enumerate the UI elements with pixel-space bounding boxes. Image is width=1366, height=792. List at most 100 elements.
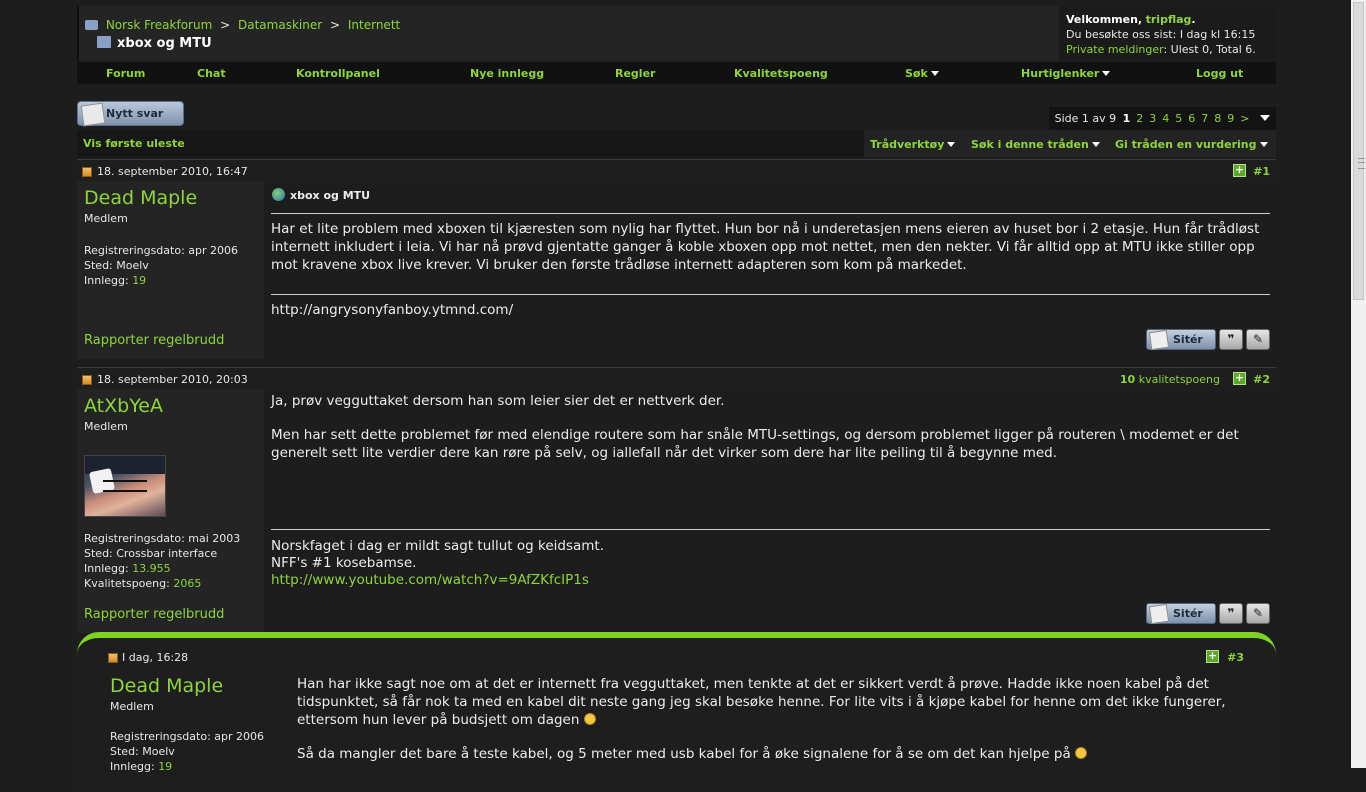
pager-page[interactable]: 5 (1172, 112, 1185, 125)
post-header: 18. september 2010, 20:03 10 kvalitetspo… (77, 367, 1276, 390)
signature: http://angrysonyfanboy.ytmnd.com/ (271, 302, 514, 318)
quick-reply-icon[interactable]: ✎ (1246, 603, 1270, 624)
pager-page[interactable]: 2 (1133, 112, 1146, 125)
breadcrumb-separator: > (329, 18, 341, 32)
post-buttons: Sitér ❞ ✎ (1146, 329, 1270, 350)
user-info: AtXbYeA Medlem Registreringsdato: mai 20… (77, 389, 264, 633)
user-quality-value[interactable]: 2065 (173, 577, 201, 590)
user-details: Registreringsdato: apr 2006 Sted: Moelv … (84, 243, 238, 288)
pager-page[interactable]: 4 (1159, 112, 1172, 125)
nav-quick-links[interactable]: Hurtiglenker (1021, 67, 1110, 80)
scrollbar-thumb[interactable] (1353, 2, 1365, 300)
report-link[interactable]: Rapporter regelbrudd (84, 333, 224, 348)
username[interactable]: Dead Maple (110, 675, 223, 697)
post-status-icon (82, 167, 92, 177)
smiley-icon (583, 713, 596, 725)
header: Norsk Freakforum > Datamaskiner > Intern… (77, 6, 1276, 61)
post-message-line: Ja, prøv vegguttaket dersom han som leie… (271, 393, 725, 409)
user-details: Registreringsdato: mai 2003 Sted: Crossb… (84, 531, 240, 591)
thread-title-text: xbox og MTU (117, 36, 212, 51)
user-details: Registreringsdato: apr 2006 Sted: Moelv … (110, 729, 264, 774)
quality-points: 10 kvalitetspoeng (1120, 373, 1220, 386)
pager-page[interactable]: 7 (1198, 112, 1211, 125)
post-number[interactable]: #3 (1227, 651, 1244, 664)
welcome-box: Velkommen, tripflag. Du besøkte oss sist… (1059, 6, 1276, 61)
nav-control-panel[interactable]: Kontrollpanel (296, 67, 380, 80)
scrollbar-grip (1358, 158, 1365, 169)
quote-button[interactable]: Sitér (1146, 329, 1216, 350)
user-posts-count[interactable]: 13.955 (132, 562, 171, 575)
post-message-2: Så da mangler det bare å teste kabel, og… (297, 745, 1246, 763)
breadcrumb-item-internett[interactable]: Internett (348, 18, 400, 32)
forum-home-icon[interactable] (85, 20, 98, 30)
signature-link[interactable]: http://www.youtube.com/watch?v=9AfZKfcIP… (271, 571, 589, 589)
add-quality-icon[interactable]: + (1233, 164, 1246, 177)
add-quality-icon[interactable]: + (1233, 372, 1246, 385)
user-posts-count[interactable]: 19 (132, 274, 146, 287)
report-link[interactable]: Rapporter regelbrudd (84, 607, 224, 622)
nav-rules[interactable]: Regler (615, 67, 655, 80)
first-unread-link[interactable]: Vis første uleste (83, 137, 185, 150)
quality-points-value: 10 (1119, 373, 1136, 386)
username[interactable]: AtXbYeA (84, 395, 163, 417)
nav-forum[interactable]: Forum (106, 67, 145, 80)
thread-tools-menu[interactable]: Trådverktøy (870, 138, 955, 151)
new-reply-label: Nytt svar (106, 107, 164, 120)
divider (271, 213, 1270, 214)
multiquote-icon[interactable]: ❞ (1219, 329, 1243, 350)
rate-thread-menu[interactable]: Gi tråden en vurdering (1115, 138, 1268, 151)
search-thread-menu[interactable]: Søk i denne tråden (971, 138, 1100, 151)
pager-page[interactable]: 8 (1211, 112, 1224, 125)
add-quality-icon[interactable]: + (1206, 650, 1219, 663)
last-visit: Du besøkte oss sist: I dag kl 16:15 (1066, 28, 1256, 41)
post-status-icon (82, 375, 92, 385)
nav-chat[interactable]: Chat (197, 67, 226, 80)
quote-button[interactable]: Sitér (1146, 603, 1216, 624)
username[interactable]: Dead Maple (84, 187, 197, 209)
nav-search[interactable]: Søk (905, 67, 939, 80)
post-date: 18. september 2010, 16:47 (97, 165, 248, 178)
pager-next[interactable]: > (1237, 112, 1252, 125)
post-number[interactable]: #2 (1253, 373, 1270, 386)
post-header: 18. september 2010, 16:47 + #1 (77, 159, 1276, 182)
post: 18. september 2010, 20:03 10 kvalitetspo… (77, 367, 1276, 633)
breadcrumb-item-home[interactable]: Norsk Freakforum (106, 18, 212, 32)
user-reg-date: Registreringsdato: apr 2006 (110, 730, 265, 743)
pager-page[interactable]: 6 (1185, 112, 1198, 125)
multiquote-icon[interactable]: ❞ (1219, 603, 1243, 624)
avatar-glasses (103, 480, 147, 492)
post-number[interactable]: #1 (1253, 165, 1270, 178)
avatar[interactable] (84, 455, 166, 517)
nav-new-posts[interactable]: Nye innlegg (470, 67, 544, 80)
breadcrumb: Norsk Freakforum > Datamaskiner > Intern… (85, 18, 400, 32)
navbar: Forum Chat Kontrollpanel Nye innlegg Reg… (77, 62, 1276, 84)
pm-status: : Ulest 0, Total 6. (1163, 43, 1256, 56)
signature-divider (271, 529, 1270, 530)
pager-menu-icon[interactable] (1260, 115, 1270, 121)
nav-quality-points[interactable]: Kvalitetspoeng (734, 67, 828, 80)
post-date: I dag, 16:28 (122, 651, 189, 664)
pager-page[interactable]: 3 (1146, 112, 1159, 125)
pager-page[interactable]: 9 (1224, 112, 1237, 125)
post-message: Han har ikke sagt noe om at det er inter… (297, 675, 1246, 729)
nav-logout[interactable]: Logg ut (1196, 67, 1243, 80)
page-wrapper: Norsk Freakforum > Datamaskiner > Intern… (77, 6, 1276, 792)
welcome-greeting: Velkommen, (1066, 13, 1143, 26)
quick-reply-icon[interactable]: ✎ (1246, 329, 1270, 350)
new-reply-button[interactable]: Nytt svar (77, 101, 184, 127)
user-posts-count[interactable]: 19 (158, 760, 172, 773)
post-message: Har et lite problem med xboxen til kjære… (271, 221, 1260, 273)
user-location: Sted: Crossbar interface (84, 547, 218, 560)
thread-tools-bar: Trådverktøy Søk i denne tråden Gi tråden… (864, 130, 1276, 157)
user-reg-date: Registreringsdato: apr 2006 (84, 244, 239, 257)
private-messages-link[interactable]: Private meldinger (1066, 43, 1163, 56)
post-message-line: Han har ikke sagt noe om at det er inter… (297, 676, 1226, 728)
username-link[interactable]: tripflag (1146, 13, 1192, 26)
scrollbar[interactable] (1351, 0, 1366, 768)
breadcrumb-item-datamaskiner[interactable]: Datamaskiner (238, 18, 322, 32)
page-title: xbox og MTU (97, 36, 212, 51)
quality-points-label: kvalitetspoeng (1138, 373, 1220, 386)
pagination: Side 1 av 9 1 2 3 4 5 6 7 8 9 > (1048, 107, 1276, 130)
user-location: Sted: Moelv (110, 745, 175, 758)
thread-arrow-icon (97, 36, 111, 48)
